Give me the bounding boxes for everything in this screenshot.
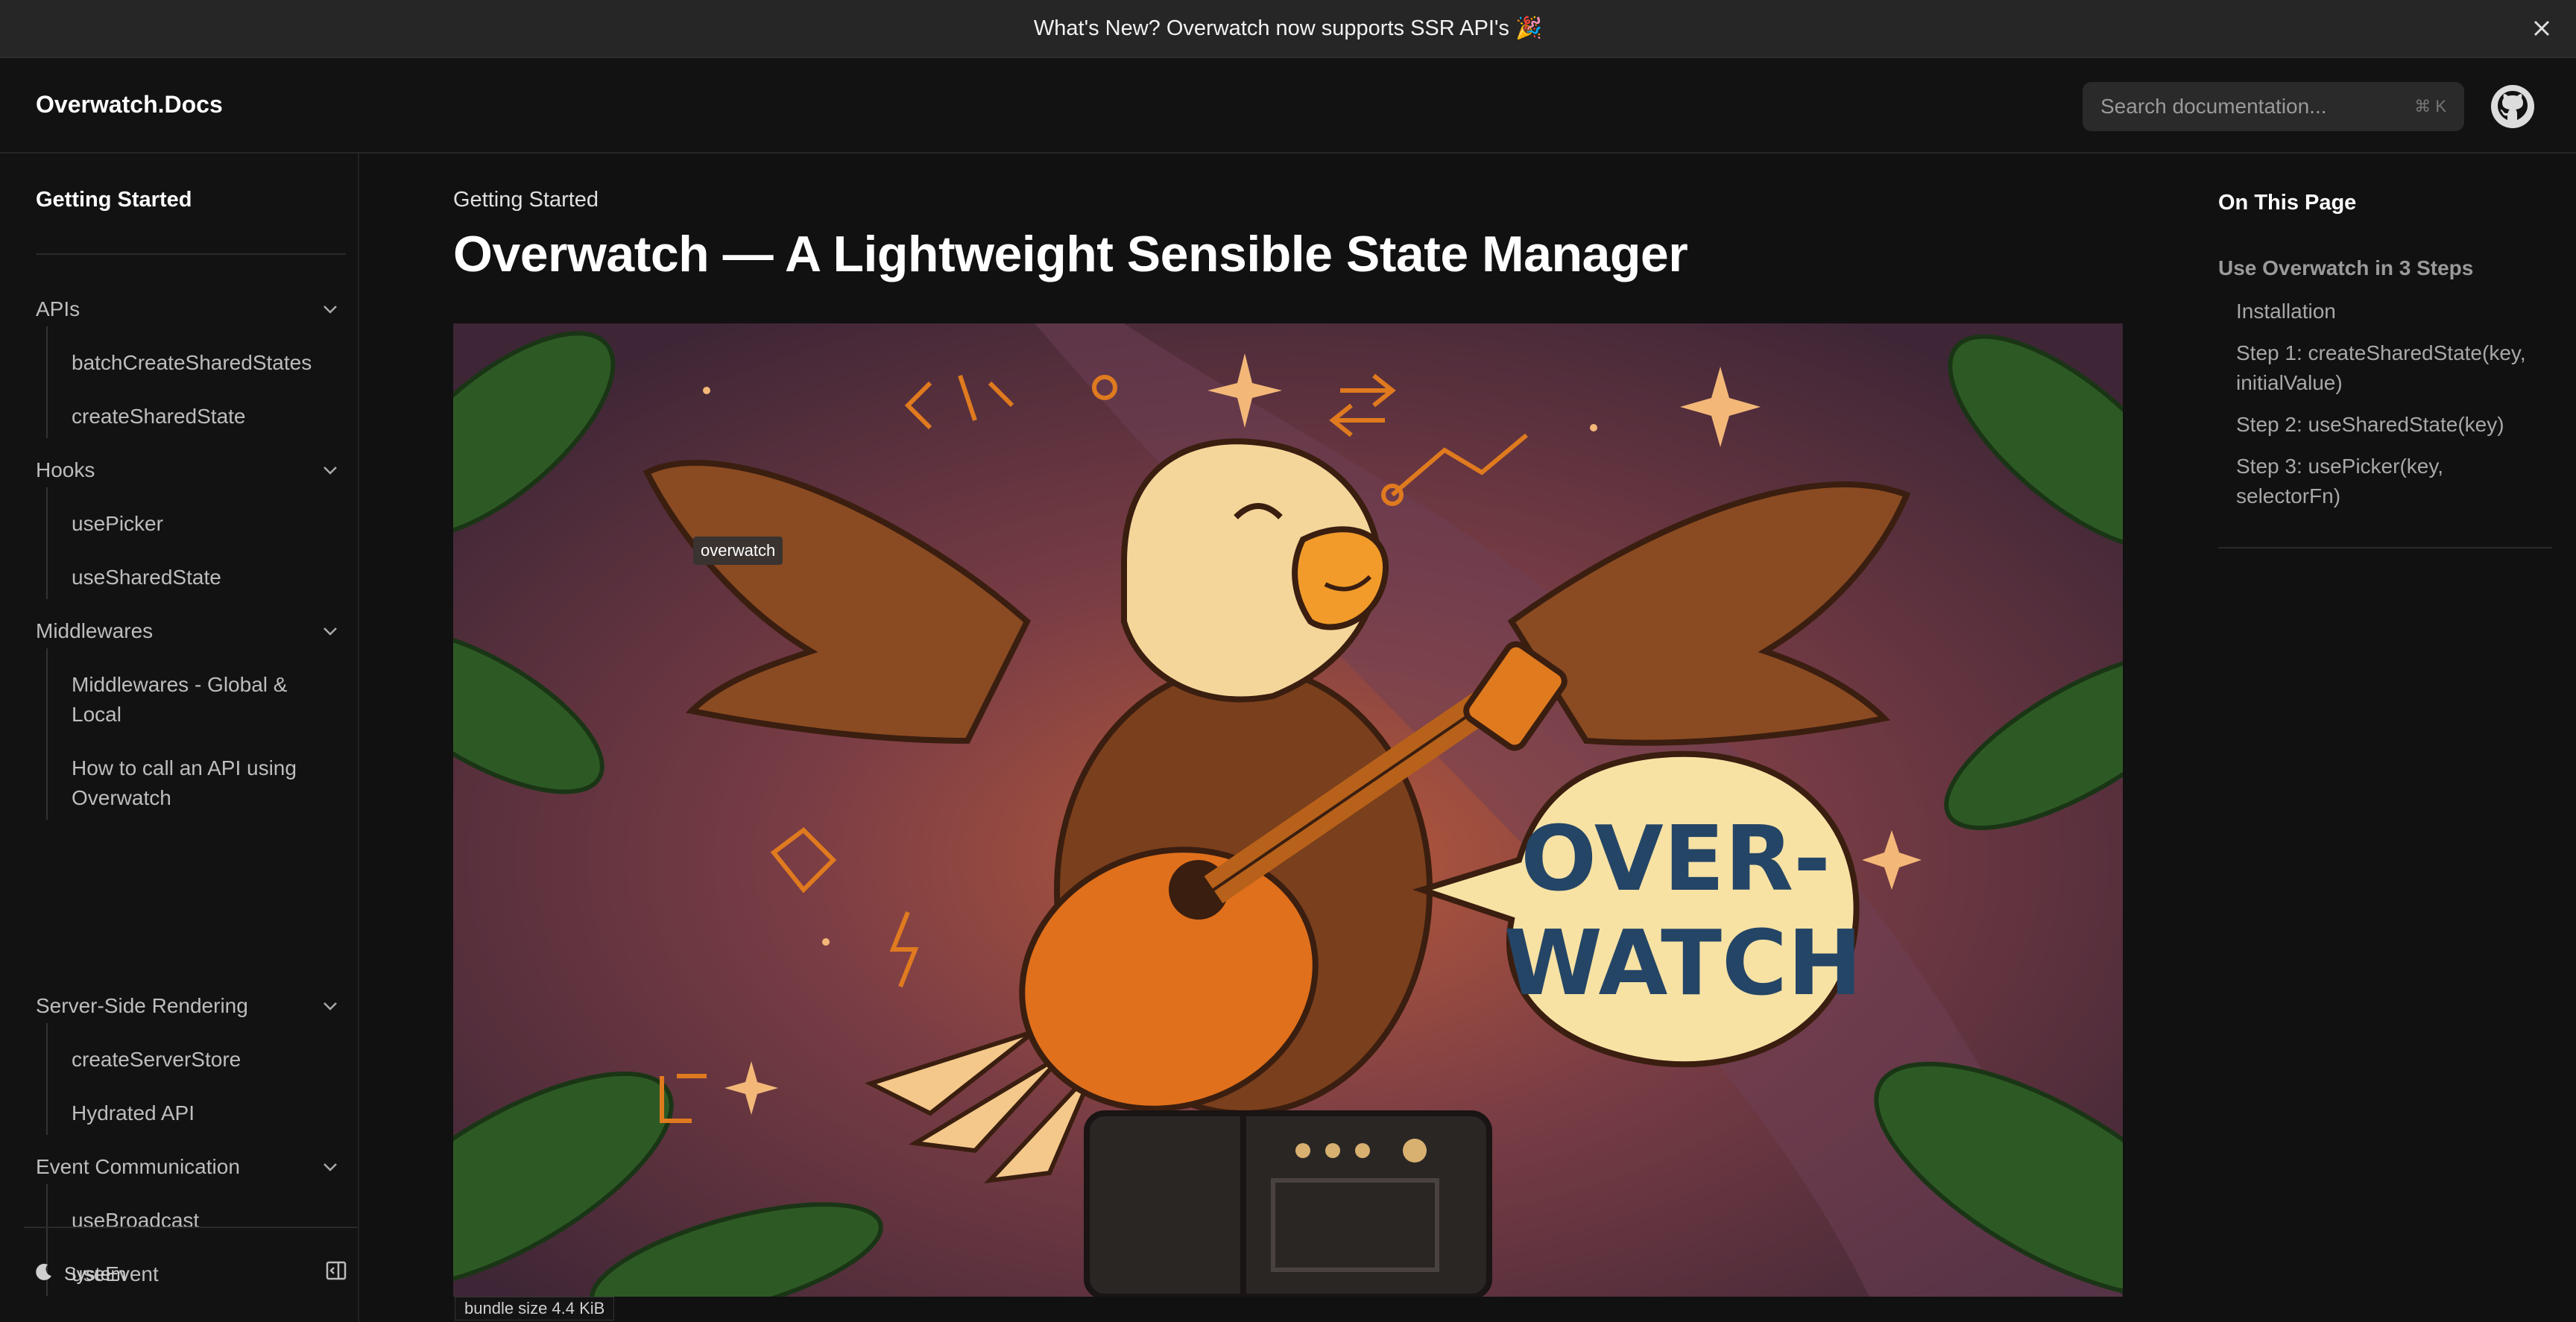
hero-image: OVER- WATCH [453, 323, 2123, 1297]
sidebar-item-createserverstore[interactable]: createServerStore [72, 1045, 325, 1075]
close-icon[interactable] [2530, 16, 2554, 40]
bundle-size-badge: bundle size 4.4 KiB [455, 1297, 615, 1321]
sidebar-group-label: Event Communication [36, 1155, 240, 1178]
chevron-down-icon [318, 619, 343, 644]
toc-link-use-overwatch[interactable]: Use Overwatch in 3 Steps [2218, 253, 2473, 283]
sidebar-item-usebroadcast[interactable]: useBroadcast [72, 1206, 325, 1236]
theme-toggle[interactable]: System [34, 1262, 126, 1287]
sidebar-collapse-icon[interactable] [325, 1259, 352, 1286]
toc-link-step-3[interactable]: Step 3: usePicker(key, selectorFn) [2236, 452, 2549, 511]
page-title: Overwatch — A Lightweight Sensible State… [453, 226, 1688, 282]
toc-link-step-2[interactable]: Step 2: useSharedState(key) [2236, 410, 2549, 440]
sidebar-item-batchcreatesharedstates[interactable]: batchCreateSharedStates [72, 348, 325, 378]
sidebar-group-label: APIs [36, 297, 80, 320]
breadcrumb[interactable]: Getting Started [453, 188, 599, 212]
chevron-down-icon [318, 458, 343, 483]
sidebar-group-apis[interactable]: APIs [36, 294, 343, 324]
toc-link-installation[interactable]: Installation [2236, 297, 2549, 326]
search-input[interactable]: Search documentation... ⌘ K [2083, 82, 2464, 131]
sidebar-item-usepicker[interactable]: usePicker [72, 509, 325, 539]
sidebar-divider [36, 253, 346, 255]
sidebar-rail [46, 648, 48, 820]
sidebar-group-label: Server-Side Rendering [36, 994, 248, 1017]
moon-icon [34, 1262, 54, 1287]
top-header: Overwatch.Docs Search documentation... ⌘… [0, 58, 2576, 154]
announcement-banner: What's New? Overwatch now supports SSR A… [0, 0, 2576, 58]
theme-label: System [64, 1264, 127, 1285]
toc-title: On This Page [2218, 191, 2357, 215]
sidebar-footer-divider [24, 1227, 358, 1228]
sidebar-rail [46, 487, 48, 599]
announcement-text: What's New? Overwatch now supports SSR A… [1033, 16, 1543, 40]
search-placeholder: Search documentation... [2100, 95, 2327, 118]
sidebar-item-middlewares-global-local[interactable]: Middlewares - Global & Local [72, 670, 325, 730]
sidebar: Getting Started APIs batchCreateSharedSt… [0, 154, 359, 1322]
chevron-down-icon [318, 993, 343, 1019]
sidebar-rail [46, 1023, 48, 1135]
sidebar-group-label: Hooks [36, 458, 95, 481]
sidebar-title[interactable]: Getting Started [36, 188, 192, 212]
sidebar-item-hydrated-api[interactable]: Hydrated API [72, 1098, 325, 1128]
hero-bubble-line1: OVER- [1521, 808, 1831, 911]
site-logo[interactable]: Overwatch.Docs [36, 91, 223, 118]
github-icon[interactable] [2490, 83, 2536, 130]
sidebar-group-ssr[interactable]: Server-Side Rendering [36, 991, 343, 1021]
sidebar-item-usesharedstate[interactable]: useSharedState [72, 563, 325, 592]
sidebar-rail [46, 326, 48, 438]
sidebar-group-event-communication[interactable]: Event Communication [36, 1152, 343, 1182]
hero-bubble-line2: WATCH [1504, 912, 1863, 1016]
sidebar-group-middlewares[interactable]: Middlewares [36, 616, 343, 646]
sidebar-item-call-api[interactable]: How to call an API using Overwatch [72, 753, 325, 813]
hero-tooltip: overwatch [693, 537, 783, 565]
chevron-down-icon [318, 1154, 343, 1180]
sidebar-item-createsharedstate[interactable]: createSharedState [72, 402, 325, 431]
toc-link-step-1[interactable]: Step 1: createSharedState(key, initialVa… [2236, 338, 2549, 398]
search-shortcut: ⌘ K [2414, 97, 2446, 116]
sidebar-group-label: Middlewares [36, 619, 154, 642]
sidebar-group-hooks[interactable]: Hooks [36, 455, 343, 485]
chevron-down-icon [318, 297, 343, 322]
toc-divider [2218, 547, 2552, 548]
